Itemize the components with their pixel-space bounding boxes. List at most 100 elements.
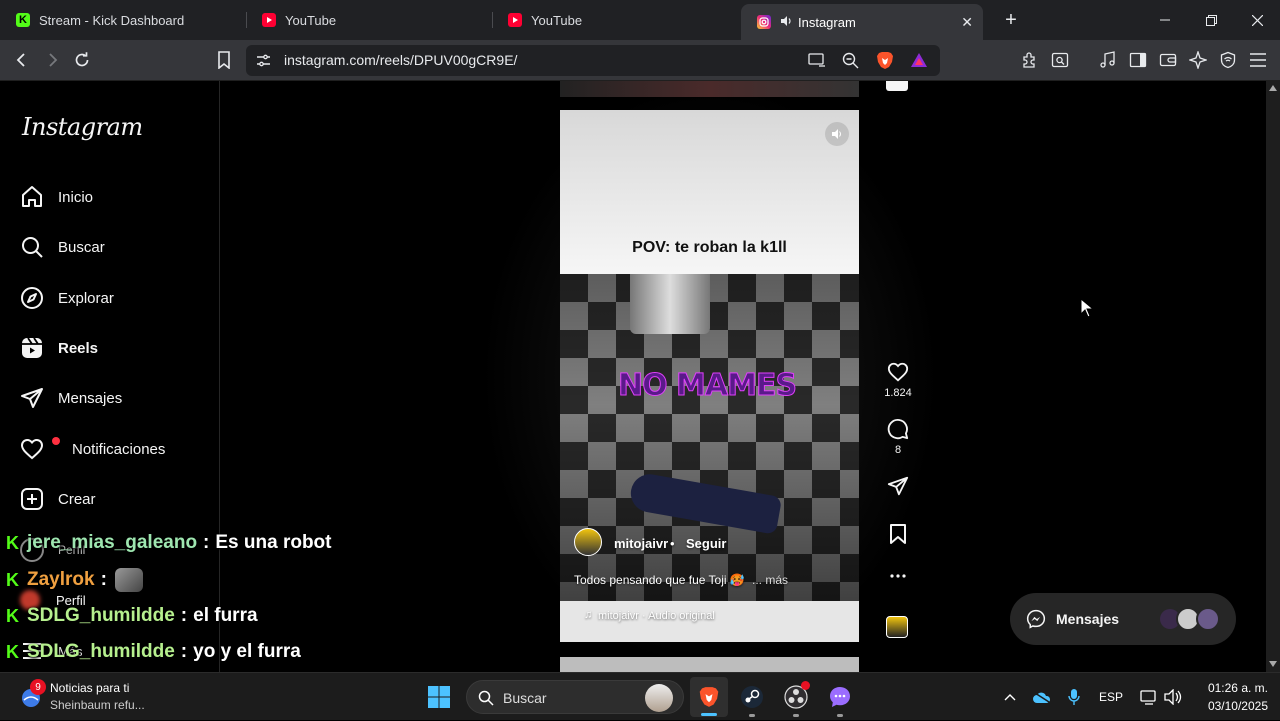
menu-icon[interactable] bbox=[1246, 48, 1270, 72]
share-action[interactable] bbox=[884, 475, 912, 497]
instagram-page: Instagram Inicio Buscar Explorar Reels M… bbox=[0, 81, 1266, 672]
cast-icon[interactable] bbox=[808, 52, 826, 73]
tab-title: YouTube bbox=[531, 12, 583, 28]
page-search-icon[interactable] bbox=[1048, 48, 1072, 72]
tab-youtube-2[interactable]: YouTube bbox=[492, 0, 738, 40]
emote-image bbox=[114, 568, 143, 592]
close-tab-icon[interactable]: ✕ bbox=[961, 14, 973, 31]
bookmark-icon[interactable] bbox=[212, 48, 236, 72]
chat-username: SDLG_humildde bbox=[27, 641, 175, 662]
mouse-cursor bbox=[1080, 298, 1094, 318]
sidebar-item-notificaciones[interactable]: Notificaciones bbox=[20, 434, 165, 464]
taskbar-steam[interactable] bbox=[740, 685, 764, 717]
home-icon bbox=[22, 186, 42, 207]
network-icon[interactable] bbox=[1138, 673, 1160, 721]
zoom-icon[interactable] bbox=[842, 52, 859, 74]
onedrive-icon[interactable] bbox=[1030, 673, 1054, 721]
tab-title: Stream - Kick Dashboard bbox=[39, 12, 185, 28]
youtube-icon bbox=[508, 13, 522, 27]
close-window-button[interactable] bbox=[1234, 0, 1280, 40]
microphone-icon[interactable] bbox=[1062, 673, 1086, 721]
site-settings-icon[interactable] bbox=[256, 53, 271, 73]
chat-text: Es una robot bbox=[215, 532, 332, 553]
scene-figure bbox=[627, 471, 783, 535]
kick-icon: K bbox=[6, 641, 19, 662]
clock-date[interactable]: 03/10/2025 bbox=[1194, 699, 1268, 713]
chat-colon: : bbox=[203, 532, 210, 553]
new-tab-button[interactable]: + bbox=[988, 0, 1034, 40]
leo-ai-icon[interactable] bbox=[1186, 48, 1210, 72]
previous-reel[interactable] bbox=[560, 81, 859, 97]
news-title[interactable]: Noticias para ti bbox=[50, 681, 129, 695]
send-icon bbox=[887, 476, 909, 496]
reel-audio[interactable]: mitojaivr · Audio original bbox=[598, 610, 715, 622]
tab-youtube-1[interactable]: YouTube bbox=[246, 0, 492, 40]
reel-username[interactable]: mitojaivr bbox=[614, 536, 668, 551]
wallet-icon[interactable] bbox=[1156, 48, 1180, 72]
minimize-button[interactable] bbox=[1142, 0, 1188, 40]
media-icon[interactable] bbox=[1096, 48, 1120, 72]
vpn-icon[interactable] bbox=[1216, 48, 1240, 72]
reel-description: Todos pensando que fue Toji 🥵 bbox=[574, 573, 745, 587]
more-options-action[interactable] bbox=[884, 573, 912, 579]
like-action[interactable]: 1.824 bbox=[884, 361, 912, 399]
volume-icon[interactable] bbox=[825, 122, 849, 146]
sidebar-item-label: Buscar bbox=[58, 238, 105, 256]
tray-overflow-icon[interactable] bbox=[998, 673, 1022, 721]
windows-start-icon[interactable] bbox=[427, 685, 451, 714]
speaker-icon[interactable] bbox=[780, 15, 792, 30]
chat-colon: : bbox=[100, 569, 107, 590]
save-action[interactable] bbox=[884, 523, 912, 545]
prev-reel-avatar[interactable] bbox=[886, 81, 908, 91]
reel-video[interactable]: POV: te roban la k1ll NO MAMES mitojaivr… bbox=[560, 110, 859, 642]
back-button[interactable] bbox=[10, 48, 34, 72]
volume-icon[interactable] bbox=[1162, 673, 1184, 721]
kick-icon: K bbox=[6, 569, 19, 590]
sidebar-item-buscar[interactable]: Buscar bbox=[20, 232, 105, 262]
messages-pill[interactable]: Mensajes bbox=[1010, 593, 1236, 645]
page-scrollbar[interactable] bbox=[1266, 81, 1280, 672]
reel-author-avatar[interactable] bbox=[574, 528, 602, 556]
brave-shields-icon[interactable] bbox=[876, 51, 894, 75]
recording-dot bbox=[801, 681, 810, 690]
brave-rewards-icon[interactable] bbox=[910, 52, 928, 73]
news-subtitle[interactable]: Sheinbaum refu... bbox=[50, 698, 145, 712]
sidebar-item-inicio[interactable]: Inicio bbox=[20, 182, 93, 212]
sidebar-item-reels[interactable]: Reels bbox=[20, 333, 98, 363]
news-widget-icon[interactable]: 9 bbox=[18, 679, 46, 709]
url-text: instagram.com/reels/DPUV00gCR9E/ bbox=[284, 52, 518, 68]
sidebar-item-explorar[interactable]: Explorar bbox=[20, 283, 114, 313]
sidebar-item-mensajes[interactable]: Mensajes bbox=[20, 383, 122, 413]
audio-thumbnail[interactable] bbox=[886, 616, 908, 638]
tab-kick-dashboard[interactable]: K Stream - Kick Dashboard bbox=[0, 0, 246, 40]
restore-button[interactable] bbox=[1188, 0, 1234, 40]
taskbar-chat-app[interactable] bbox=[828, 685, 852, 717]
more-link[interactable]: ... más bbox=[752, 573, 788, 587]
reload-button[interactable] bbox=[70, 48, 94, 72]
sidebar-toggle-icon[interactable] bbox=[1126, 48, 1150, 72]
forward-button[interactable] bbox=[40, 48, 64, 72]
tab-title: Instagram bbox=[798, 14, 856, 30]
chat-bubble-icon bbox=[830, 687, 850, 707]
send-icon bbox=[21, 388, 43, 408]
comment-action[interactable]: 8 bbox=[884, 418, 912, 456]
sidebar-item-crear[interactable]: Crear bbox=[20, 484, 96, 514]
scroll-down-icon[interactable] bbox=[1269, 661, 1277, 667]
instagram-logo[interactable]: Instagram bbox=[22, 113, 143, 141]
taskbar-search-placeholder: Buscar bbox=[503, 690, 547, 706]
taskbar-obs[interactable] bbox=[784, 681, 810, 717]
scroll-up-icon[interactable] bbox=[1269, 85, 1277, 91]
sidebar-item-label: Mensajes bbox=[58, 389, 123, 407]
chat-message: K SDLG_humildde : yo y el furra bbox=[6, 641, 301, 663]
next-reel[interactable] bbox=[560, 657, 859, 672]
taskbar-brave[interactable] bbox=[690, 677, 728, 717]
address-bar[interactable]: instagram.com/reels/DPUV00gCR9E/ bbox=[246, 45, 940, 76]
follow-button[interactable]: Seguir bbox=[686, 536, 726, 551]
extensions-icon[interactable] bbox=[1018, 48, 1042, 72]
language-indicator[interactable]: ESP bbox=[1096, 673, 1126, 721]
tab-instagram[interactable]: Instagram ✕ bbox=[741, 4, 983, 40]
clock-time[interactable]: 01:26 a. m. bbox=[1198, 681, 1268, 695]
taskbar-search[interactable]: Buscar bbox=[466, 680, 684, 714]
more-dots-icon bbox=[890, 574, 906, 578]
tab-strip: K Stream - Kick Dashboard YouTube YouTub… bbox=[0, 0, 1280, 40]
